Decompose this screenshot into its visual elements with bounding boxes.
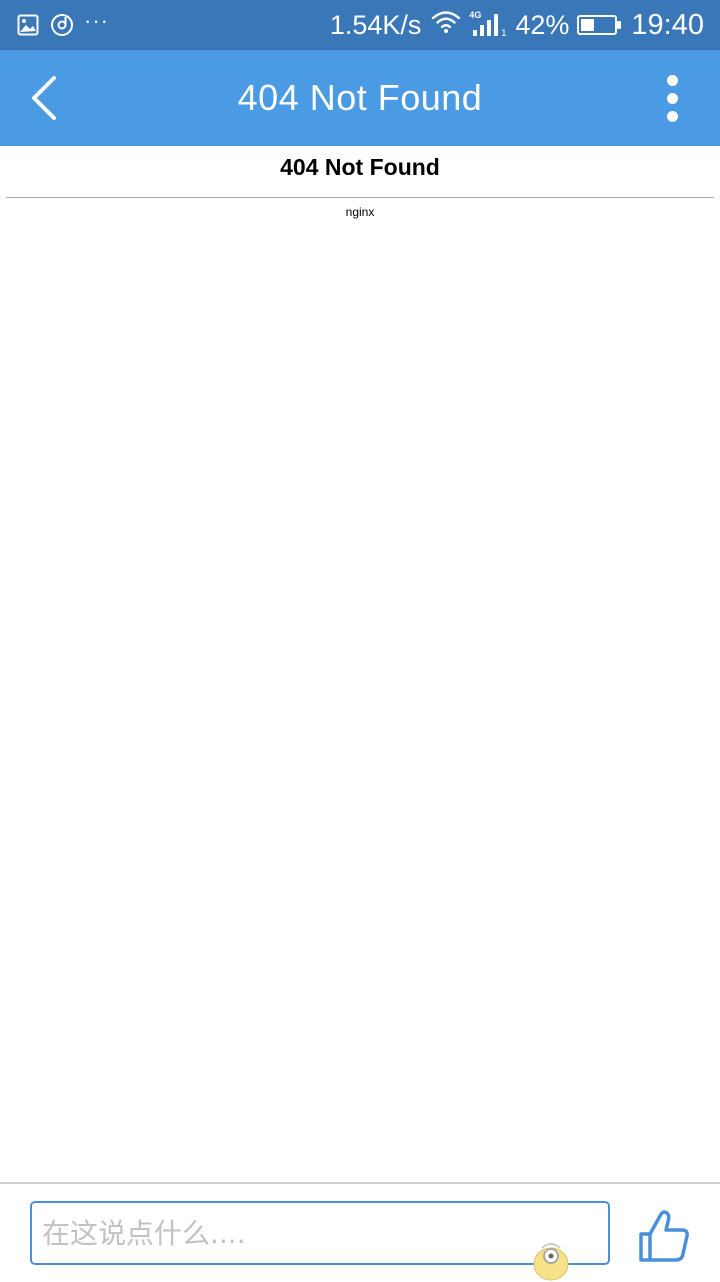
divider (6, 197, 714, 198)
comment-input[interactable] (30, 1201, 610, 1265)
back-button[interactable] (18, 72, 70, 124)
error-heading: 404 Not Found (280, 154, 440, 180)
mascot-icon (533, 1243, 569, 1281)
like-button[interactable] (636, 1208, 696, 1268)
gallery-icon (16, 13, 40, 37)
music-icon (50, 13, 74, 37)
svg-text:1: 1 (501, 29, 507, 38)
more-options-button[interactable] (650, 72, 694, 124)
comment-bar (0, 1182, 720, 1281)
status-bar: ··· 1.54K/s 4G 1 42% 19:40 (0, 0, 720, 50)
battery-fill (581, 19, 595, 31)
back-chevron-icon (32, 76, 56, 120)
web-content: 404 Not Found nginx (0, 146, 720, 1182)
network-speed: 1.54K/s (329, 9, 422, 40)
app-bar: 404 Not Found (0, 50, 720, 146)
battery-icon (577, 15, 622, 35)
signal-icon: 4G 1 (469, 10, 507, 38)
page-title: 404 Not Found (237, 77, 483, 118)
notification-more-icon: ··· (84, 8, 109, 33)
server-name: nginx (345, 205, 375, 219)
more-vertical-dot (666, 110, 678, 122)
battery-percent: 42% (515, 9, 570, 40)
status-left: ··· (16, 8, 109, 37)
thumbs-up-icon (639, 1210, 689, 1262)
more-vertical-icon (666, 74, 678, 86)
more-vertical-dot (666, 92, 678, 104)
wifi-icon (431, 10, 461, 41)
clock: 19:40 (631, 8, 704, 41)
status-right: 1.54K/s 4G 1 42% 19:40 (330, 9, 704, 42)
